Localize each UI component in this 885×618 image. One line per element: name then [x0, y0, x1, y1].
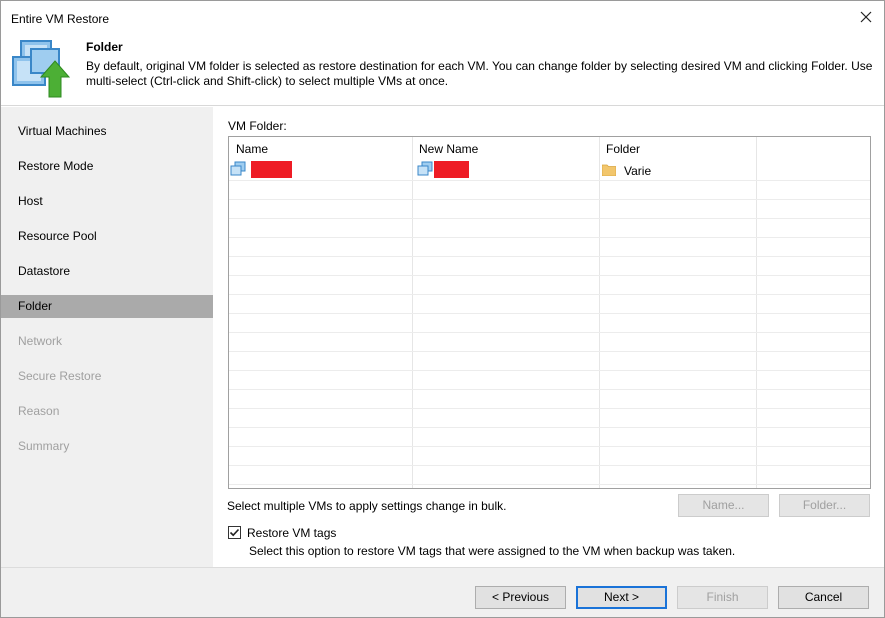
- sidebar-item-label: Resource Pool: [18, 229, 97, 243]
- row-divider: [229, 180, 870, 181]
- column-header-name[interactable]: Name: [236, 142, 268, 156]
- restore-vm-tags-checkbox[interactable]: [228, 526, 241, 539]
- restore-vm-tags-description: Select this option to restore VM tags th…: [249, 544, 736, 558]
- sidebar-item-reason: Reason: [1, 400, 213, 423]
- sidebar-item-resource-pool[interactable]: Resource Pool: [1, 225, 213, 248]
- folder-value: Varie: [624, 164, 652, 178]
- vm-folder-label: VM Folder:: [228, 119, 287, 133]
- page-title: Folder: [86, 40, 123, 54]
- sidebar-item-restore-mode[interactable]: Restore Mode: [1, 155, 213, 178]
- row-divider: [229, 389, 870, 390]
- sidebar-item-virtual-machines[interactable]: Virtual Machines: [1, 120, 213, 143]
- wizard-steps-sidebar: Virtual Machines Restore Mode Host Resou…: [1, 107, 213, 567]
- row-divider: [229, 465, 870, 466]
- bulk-hint-text: Select multiple VMs to apply settings ch…: [227, 499, 507, 513]
- sidebar-item-label: Reason: [18, 404, 60, 418]
- entire-vm-restore-window: Entire VM Restore Folder By default, ori…: [0, 0, 885, 618]
- finish-button: Finish: [677, 586, 768, 609]
- sidebar-item-datastore[interactable]: Datastore: [1, 260, 213, 283]
- row-divider: [229, 427, 870, 428]
- wizard-header: Folder By default, original VM folder is…: [1, 31, 884, 106]
- vm-restore-icon: [11, 39, 73, 101]
- sidebar-item-label: Virtual Machines: [18, 124, 107, 138]
- table-header: Name New Name Folder: [229, 137, 870, 159]
- sidebar-item-label: Host: [18, 194, 43, 208]
- window-title: Entire VM Restore: [11, 12, 110, 26]
- cancel-button[interactable]: Cancel: [778, 586, 869, 609]
- row-divider: [229, 294, 870, 295]
- main-content: VM Folder: Name New Name Folder Varie Se…: [213, 107, 884, 567]
- folder-icon: [601, 164, 617, 177]
- vm-icon: [417, 161, 433, 177]
- row-divider: [229, 446, 870, 447]
- name-button: Name...: [678, 494, 769, 517]
- sidebar-item-label: Datastore: [18, 264, 71, 278]
- row-divider: [229, 275, 870, 276]
- sidebar-item-network: Network: [1, 330, 213, 353]
- row-divider: [229, 370, 870, 371]
- close-icon[interactable]: [858, 9, 874, 25]
- column-header-new-name[interactable]: New Name: [419, 142, 478, 156]
- row-divider: [229, 313, 870, 314]
- row-divider: [229, 408, 870, 409]
- next-button[interactable]: Next >: [576, 586, 667, 609]
- folder-button: Folder...: [779, 494, 870, 517]
- restore-vm-tags-label[interactable]: Restore VM tags: [247, 526, 336, 540]
- sidebar-item-label: Summary: [18, 439, 70, 453]
- previous-button[interactable]: < Previous: [475, 586, 566, 609]
- vm-folder-table[interactable]: Name New Name Folder Varie: [228, 136, 871, 489]
- row-divider: [229, 351, 870, 352]
- page-description: By default, original VM folder is select…: [86, 59, 873, 88]
- redacted-new-name: [434, 161, 469, 178]
- row-divider: [229, 256, 870, 257]
- row-divider: [229, 237, 870, 238]
- sidebar-item-label: Folder: [18, 299, 53, 313]
- table-row[interactable]: Varie: [229, 159, 870, 179]
- sidebar-item-host[interactable]: Host: [1, 190, 213, 213]
- wizard-footer: < Previous Next > Finish Cancel: [1, 567, 884, 617]
- sidebar-item-label: Restore Mode: [18, 159, 94, 173]
- vm-icon: [230, 161, 246, 177]
- row-divider: [229, 199, 870, 200]
- sidebar-item-folder[interactable]: Folder: [1, 295, 213, 318]
- column-header-folder[interactable]: Folder: [606, 142, 640, 156]
- sidebar-item-label: Secure Restore: [18, 369, 102, 383]
- row-divider: [229, 218, 870, 219]
- checkmark-icon: [229, 528, 240, 537]
- sidebar-item-secure-restore: Secure Restore: [1, 365, 213, 388]
- title-bar: Entire VM Restore: [1, 1, 884, 31]
- row-divider: [229, 332, 870, 333]
- sidebar-item-summary: Summary: [1, 435, 213, 458]
- sidebar-item-label: Network: [18, 334, 63, 348]
- row-divider: [229, 484, 870, 485]
- redacted-vm-name: [251, 161, 292, 178]
